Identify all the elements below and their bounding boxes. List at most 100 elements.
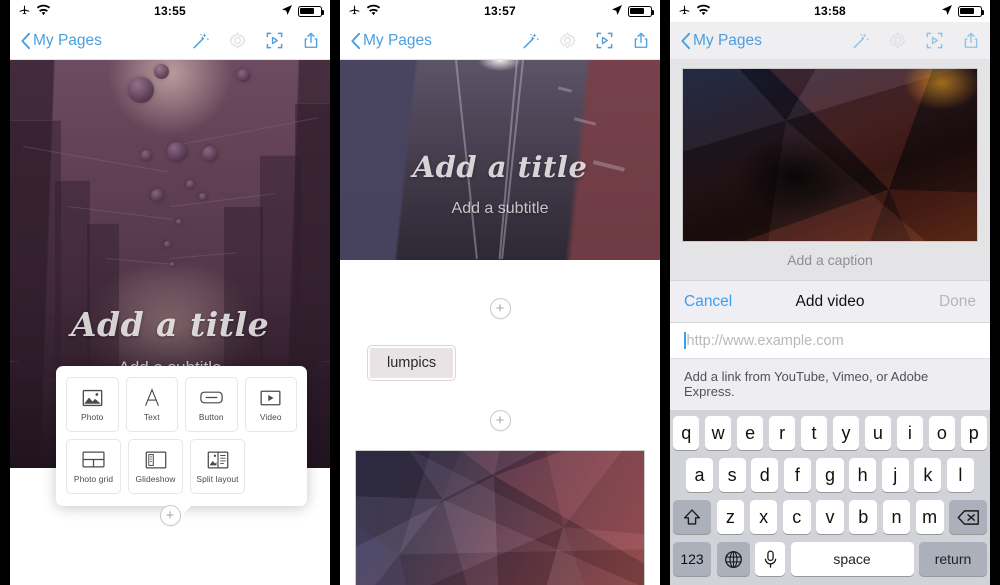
share-icon[interactable] — [632, 31, 650, 50]
share-icon[interactable] — [302, 31, 320, 50]
key-s[interactable]: s — [718, 458, 746, 492]
key-l[interactable]: l — [946, 458, 974, 492]
onscreen-keyboard: qwertyuiop asdfghjkl zxcvbnm 123 space r… — [670, 410, 990, 582]
key-m[interactable]: m — [915, 500, 944, 534]
hero-title[interactable]: Add a title — [340, 150, 660, 184]
shift-key[interactable] — [673, 500, 711, 534]
key-b[interactable]: b — [849, 500, 878, 534]
keyboard-row-3: zxcvbnm — [673, 500, 987, 534]
button-icon — [200, 388, 223, 408]
low-poly-graphic — [356, 451, 644, 585]
back-to-my-pages-button[interactable]: My Pages — [350, 32, 432, 50]
shift-icon — [683, 509, 701, 525]
key-p[interactable]: p — [960, 416, 988, 450]
nav-icon-group — [191, 31, 320, 50]
space-key[interactable]: space — [790, 542, 914, 576]
chevron-left-icon — [681, 32, 691, 49]
key-f[interactable]: f — [783, 458, 811, 492]
nav-icon-group — [851, 31, 980, 50]
globe-icon — [724, 550, 742, 568]
back-label: My Pages — [33, 31, 102, 49]
caption-placeholder[interactable]: Add a caption — [670, 242, 990, 280]
key-y[interactable]: y — [832, 416, 860, 450]
key-z[interactable]: z — [716, 500, 745, 534]
gear-icon — [228, 31, 247, 50]
phone-screen-3: 13:58 My Pages Add a caption Cancel Add … — [670, 0, 990, 585]
insert-element-panel: Photo Text Button Video Photo grid Glide… — [56, 366, 307, 515]
hero-title[interactable]: Add a title — [10, 305, 330, 344]
page-button-element[interactable]: lumpics — [366, 345, 457, 381]
low-poly-image-element[interactable] — [682, 68, 978, 242]
return-key[interactable]: return — [919, 542, 987, 576]
preview-icon[interactable] — [595, 31, 614, 50]
add-element-button[interactable]: + — [159, 505, 181, 526]
status-time: 13:58 — [814, 4, 846, 18]
back-to-my-pages-button[interactable]: My Pages — [20, 32, 102, 50]
insert-option-label: Photo grid — [73, 473, 114, 484]
dictation-key[interactable] — [755, 542, 785, 576]
key-r[interactable]: r — [768, 416, 796, 450]
key-n[interactable]: n — [882, 500, 911, 534]
key-g[interactable]: g — [816, 458, 844, 492]
hero-subtitle[interactable]: Add a subtitle — [340, 200, 660, 218]
back-label: My Pages — [693, 31, 762, 49]
numbers-key[interactable]: 123 — [673, 542, 711, 576]
key-e[interactable]: e — [736, 416, 764, 450]
insert-option-video[interactable]: Video — [244, 377, 297, 432]
key-c[interactable]: c — [782, 500, 811, 534]
insert-option-glideshow[interactable]: Glideshow — [128, 439, 183, 494]
share-icon[interactable] — [962, 31, 980, 50]
key-i[interactable]: i — [896, 416, 924, 450]
magic-wand-icon[interactable] — [851, 31, 870, 50]
key-w[interactable]: w — [704, 416, 732, 450]
video-url-input[interactable]: http://www.example.com — [670, 323, 990, 359]
low-poly-image-element[interactable] — [355, 450, 645, 585]
key-x[interactable]: x — [749, 500, 778, 534]
backspace-key[interactable] — [949, 500, 987, 534]
insert-option-text[interactable]: Text — [125, 377, 178, 432]
back-label: My Pages — [363, 31, 432, 49]
keyboard-row-2: asdfghjkl — [673, 458, 987, 492]
keyboard-row-1: qwertyuiop — [672, 416, 988, 450]
keyboard-row-3-letters: zxcvbnm — [716, 500, 944, 534]
preview-icon[interactable] — [265, 31, 284, 50]
chevron-left-icon — [21, 32, 31, 49]
key-v[interactable]: v — [816, 500, 844, 534]
video-icon — [260, 388, 281, 408]
insert-option-button[interactable]: Button — [185, 377, 238, 432]
nav-bar: My Pages — [670, 22, 990, 60]
low-poly-graphic — [683, 69, 977, 241]
key-j[interactable]: j — [881, 458, 909, 492]
insert-option-photo[interactable]: Photo — [66, 377, 119, 432]
insert-option-split-layout[interactable]: Split layout — [190, 439, 245, 494]
insert-option-photo-grid[interactable]: Photo grid — [66, 439, 121, 494]
magic-wand-icon[interactable] — [521, 31, 540, 50]
add-element-button-wrap-top: + — [340, 298, 660, 319]
key-q[interactable]: q — [672, 416, 700, 450]
add-element-button-bottom[interactable]: + — [489, 410, 511, 431]
globe-key[interactable] — [716, 542, 750, 576]
key-h[interactable]: h — [849, 458, 877, 492]
nav-icon-group — [521, 31, 650, 50]
dialog-hint-text: Add a link from YouTube, Vimeo, or Adobe… — [670, 359, 990, 410]
back-to-my-pages-button[interactable]: My Pages — [680, 32, 762, 50]
key-d[interactable]: d — [751, 458, 779, 492]
status-time: 13:57 — [484, 4, 516, 18]
key-a[interactable]: a — [686, 458, 714, 492]
gear-icon — [888, 31, 907, 50]
photo-icon — [82, 388, 103, 408]
add-element-button-wrap-bottom: + — [340, 410, 660, 431]
key-o[interactable]: o — [928, 416, 956, 450]
split-layout-icon — [207, 450, 229, 470]
key-t[interactable]: t — [800, 416, 828, 450]
magic-wand-icon[interactable] — [191, 31, 210, 50]
preview-icon[interactable] — [925, 31, 944, 50]
status-time: 13:55 — [154, 4, 186, 18]
chevron-left-icon — [351, 32, 361, 49]
key-k[interactable]: k — [914, 458, 942, 492]
hero-image-road: Add a title Add a subtitle — [340, 60, 660, 260]
photo-grid-icon — [82, 450, 105, 470]
key-u[interactable]: u — [864, 416, 892, 450]
add-element-button-top[interactable]: + — [489, 298, 511, 319]
dialog-title: Add video — [795, 292, 865, 310]
